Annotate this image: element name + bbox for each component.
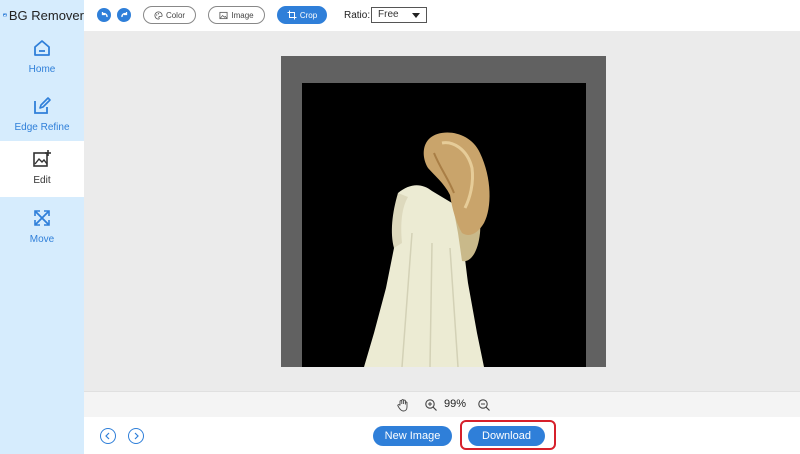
canvas-area <box>84 31 800 391</box>
sidebar-item-move[interactable]: Move <box>0 200 84 257</box>
redo-button[interactable] <box>117 8 131 22</box>
subject-image[interactable] <box>302 83 586 367</box>
sidebar-item-edit[interactable]: Edit <box>0 141 84 197</box>
ratio-label: Ratio: <box>344 10 371 21</box>
sidebar-item-label: Edit <box>33 175 51 186</box>
crop-button[interactable]: Crop <box>277 6 327 24</box>
chevron-down-icon <box>412 13 420 18</box>
sidebar-item-label: Home <box>28 64 56 75</box>
edit-pen-icon <box>34 97 51 114</box>
chevron-right-icon <box>134 432 139 440</box>
hand-pan-icon[interactable] <box>396 398 410 412</box>
sidebar: BG Remover Home Edge Refine Edit Move <box>0 0 84 454</box>
app-title: BG Remover <box>8 7 84 23</box>
sidebar-item-home[interactable]: Home <box>0 30 84 87</box>
previous-button[interactable] <box>100 428 116 444</box>
image-stage <box>281 56 606 367</box>
ratio-select[interactable]: Free <box>371 7 427 23</box>
subject-figure <box>364 132 490 367</box>
footer: New Image Download <box>84 417 800 454</box>
zoom-out-icon[interactable] <box>477 398 491 412</box>
sidebar-item-label: Move <box>29 234 55 245</box>
image-button-label: Image <box>231 10 254 20</box>
color-button[interactable]: Color <box>143 6 196 24</box>
brand: BG Remover <box>0 0 84 30</box>
crop-button-label: Crop <box>299 10 318 20</box>
sidebar-item-edge-refine[interactable]: Edge Refine <box>0 88 84 145</box>
sidebar-item-label: Edge Refine <box>14 122 70 133</box>
palette-icon <box>154 10 163 20</box>
move-arrows-icon <box>34 210 50 226</box>
image-edit-icon <box>33 150 51 167</box>
color-button-label: Color <box>165 10 186 20</box>
zoom-in-icon[interactable] <box>424 398 438 412</box>
new-image-label: New Image <box>384 430 441 442</box>
undo-icon <box>101 11 108 17</box>
image-button[interactable]: Image <box>208 6 265 24</box>
crop-icon <box>287 10 297 20</box>
image-icon <box>219 11 228 19</box>
zoom-level: 99% <box>444 398 467 410</box>
toolbar: Color Image Crop Ratio: Free <box>84 0 800 31</box>
chevron-left-icon <box>105 432 110 440</box>
app-logo-icon <box>3 13 7 17</box>
redo-icon <box>120 11 127 17</box>
undo-button[interactable] <box>97 8 111 22</box>
new-image-button[interactable]: New Image <box>373 426 452 446</box>
zoom-bar: 99% <box>84 391 800 417</box>
download-button[interactable]: Download <box>468 426 545 446</box>
next-button[interactable] <box>128 428 144 444</box>
ratio-select-value: Free <box>378 9 399 20</box>
home-icon <box>34 40 50 56</box>
download-label: Download <box>482 430 531 442</box>
